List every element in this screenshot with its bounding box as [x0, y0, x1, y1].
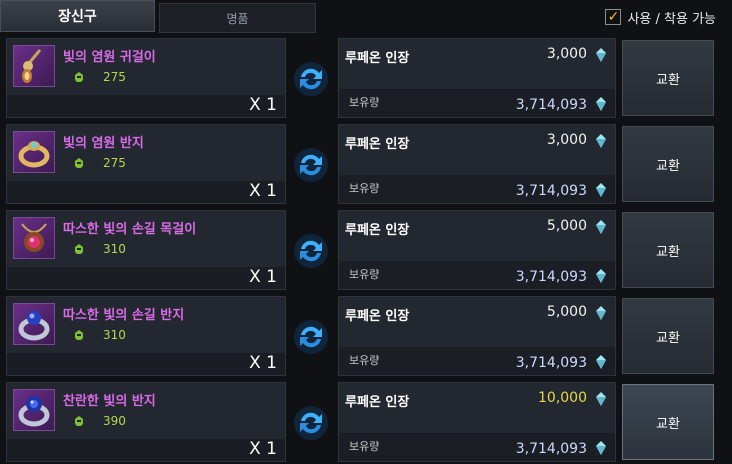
helmet-icon: [75, 72, 83, 82]
item-name: 빛의 염원 귀걸이: [63, 50, 156, 65]
item-panel[interactable]: 따스한 빛의 손길 반지 310 X 1: [6, 296, 286, 376]
held-label: 보유량: [349, 268, 380, 281]
crystal-icon: [596, 441, 606, 455]
cost-currency-name: 루페온 인장: [345, 51, 410, 66]
cost-amount: 5,000: [546, 218, 587, 234]
item-quantity: X 1: [249, 439, 277, 459]
exchange-arrows-icon: [292, 318, 330, 356]
helmet-icon: [75, 330, 83, 340]
exchange-arrows-icon: [292, 232, 330, 270]
necklace-icon: [13, 217, 55, 259]
item-name: 따스한 빛의 손길 목걸이: [63, 222, 197, 237]
item-panel[interactable]: 따스한 빛의 손길 목걸이 310 X 1: [6, 210, 286, 290]
exchange-button[interactable]: 교환: [622, 40, 714, 116]
item-level-value: 275: [103, 156, 126, 170]
held-amount: 3,714,093: [515, 269, 587, 285]
crystal-icon: [596, 269, 606, 283]
ring-icon: [13, 389, 55, 431]
item-level-value: 310: [103, 242, 126, 256]
crystal-icon: [596, 220, 606, 234]
item-panel[interactable]: 찬란한 빛의 반지 390 X 1: [6, 382, 286, 462]
crystal-icon: [596, 48, 606, 62]
cost-panel: 루페온 인장 5,000 보유량 3,714,093: [338, 296, 616, 376]
cost-amount: 10,000: [538, 390, 587, 406]
held-label: 보유량: [349, 182, 380, 195]
item-panel[interactable]: 빛의 염원 반지 275 X 1: [6, 124, 286, 204]
exchange-arrows-icon: [292, 146, 330, 184]
cost-currency-name: 루페온 인장: [345, 223, 410, 238]
cost-panel: 루페온 인장 3,000 보유량 3,714,093: [338, 38, 616, 118]
cost-amount: 3,000: [546, 46, 587, 62]
qty-strip: [7, 95, 285, 117]
held-label: 보유량: [349, 354, 380, 367]
usable-filter-label: 사용 / 착용 가능: [627, 11, 716, 27]
item-name: 빛의 염원 반지: [63, 136, 144, 151]
helmet-icon: [75, 158, 83, 168]
qty-strip: [7, 439, 285, 461]
item-level-value: 275: [103, 70, 126, 84]
item-quantity: X 1: [249, 181, 277, 201]
item-quantity: X 1: [249, 95, 277, 115]
item-level: 310: [73, 328, 126, 342]
cost-panel: 루페온 인장 3,000 보유량 3,714,093: [338, 124, 616, 204]
exchange-button[interactable]: 교환: [622, 298, 714, 374]
exchange-row: 빛의 염원 귀걸이 275 X 1 루페온 인장 3,000 보유량 3,714…: [6, 38, 726, 118]
crystal-icon: [596, 392, 606, 406]
exchange-button[interactable]: 교환: [622, 384, 714, 460]
item-level: 275: [73, 70, 126, 84]
crystal-icon: [596, 97, 606, 111]
exchange-row: 빛의 염원 반지 275 X 1 루페온 인장 3,000 보유량 3,714,…: [6, 124, 726, 204]
crystal-icon: [596, 306, 606, 320]
cost-amount: 3,000: [546, 132, 587, 148]
cost-currency-name: 루페온 인장: [345, 137, 410, 152]
exchange-row: 따스한 빛의 손길 목걸이 310 X 1 루페온 인장 5,000 보유량 3…: [6, 210, 726, 290]
crystal-icon: [596, 355, 606, 369]
item-level-value: 310: [103, 328, 126, 342]
item-level: 310: [73, 242, 126, 256]
tab-accessories[interactable]: 장신구: [0, 0, 155, 32]
crystal-icon: [596, 134, 606, 148]
item-level: 275: [73, 156, 126, 170]
qty-strip: [7, 267, 285, 289]
item-level-value: 390: [103, 414, 126, 428]
cost-panel: 루페온 인장 5,000 보유량 3,714,093: [338, 210, 616, 290]
usable-filter[interactable]: ✓ 사용 / 착용 가능: [605, 6, 716, 28]
held-label: 보유량: [349, 96, 380, 109]
cost-amount: 5,000: [546, 304, 587, 320]
crystal-icon: [596, 183, 606, 197]
held-amount: 3,714,093: [515, 441, 587, 457]
held-amount: 3,714,093: [515, 97, 587, 113]
exchange-button[interactable]: 교환: [622, 212, 714, 288]
item-name: 찬란한 빛의 반지: [63, 394, 156, 409]
tab-bar: 장신구 명품 ✓ 사용 / 착용 가능: [0, 0, 732, 34]
tab-premium[interactable]: 명품: [159, 3, 316, 33]
item-panel[interactable]: 빛의 염원 귀걸이 275 X 1: [6, 38, 286, 118]
exchange-button[interactable]: 교환: [622, 126, 714, 202]
cost-panel: 루페온 인장 10,000 보유량 3,714,093: [338, 382, 616, 462]
held-amount: 3,714,093: [515, 183, 587, 199]
exchange-arrows-icon: [292, 404, 330, 442]
ring-icon: [13, 303, 55, 345]
qty-strip: [7, 181, 285, 203]
item-quantity: X 1: [249, 267, 277, 287]
earring-icon: [13, 45, 55, 87]
qty-strip: [7, 353, 285, 375]
usable-checkbox[interactable]: ✓: [605, 9, 622, 25]
held-label: 보유량: [349, 440, 380, 453]
exchange-row: 찬란한 빛의 반지 390 X 1 루페온 인장 10,000 보유량 3,71…: [6, 382, 726, 462]
item-quantity: X 1: [249, 353, 277, 373]
exchange-row: 따스한 빛의 손길 반지 310 X 1 루페온 인장 5,000 보유량 3,…: [6, 296, 726, 376]
held-amount: 3,714,093: [515, 355, 587, 371]
item-name: 따스한 빛의 손길 반지: [63, 308, 185, 323]
exchange-arrows-icon: [292, 60, 330, 98]
helmet-icon: [75, 416, 83, 426]
cost-currency-name: 루페온 인장: [345, 309, 410, 324]
cost-currency-name: 루페온 인장: [345, 395, 410, 410]
ring-icon: [13, 131, 55, 173]
helmet-icon: [75, 244, 83, 254]
item-level: 390: [73, 414, 126, 428]
